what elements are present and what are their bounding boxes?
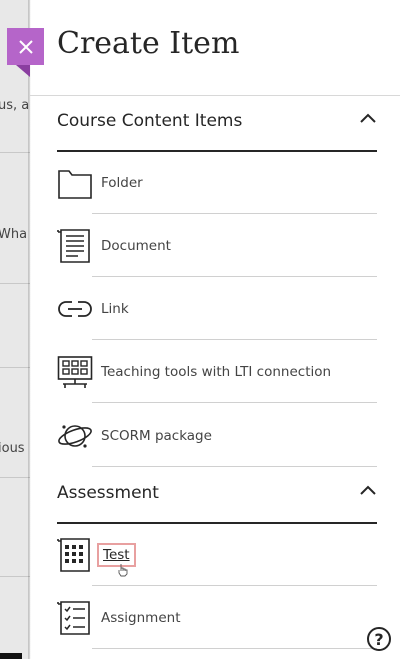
scorm-package-icon [58, 424, 92, 448]
item-link[interactable]: Link [57, 277, 377, 340]
item-label: SCORM package [101, 427, 212, 444]
item-label: Teaching tools with LTI connection [101, 363, 332, 380]
background-divider [0, 367, 30, 368]
item-scorm-package[interactable]: SCORM package [57, 404, 377, 467]
section-header-assessment[interactable]: Assessment [57, 468, 377, 524]
panel-title: Create Item [57, 26, 240, 61]
item-label: Assignment [101, 609, 181, 626]
item-label: Link [101, 300, 129, 317]
item-folder[interactable]: Folder [57, 151, 377, 214]
background-text: Wha [0, 227, 28, 242]
background-page: us, a Wha ious [0, 0, 30, 659]
assignment-icon [57, 600, 90, 635]
background-text: us, a [0, 98, 30, 113]
item-divider [92, 402, 377, 403]
section-title: Assessment [57, 483, 159, 503]
document-icon [57, 228, 90, 263]
help-button[interactable]: ? [367, 627, 391, 651]
background-text: ious [0, 441, 25, 456]
item-test[interactable]: Test [57, 523, 377, 586]
background-divider [0, 477, 30, 478]
panel-shadow [28, 0, 31, 659]
folder-icon [58, 169, 92, 199]
item-teaching-tools-lti[interactable]: Teaching tools with LTI connection [57, 340, 377, 403]
item-label: Document [101, 237, 171, 254]
lti-tools-icon [57, 355, 93, 388]
item-divider [92, 466, 377, 467]
test-icon [57, 537, 90, 572]
item-document[interactable]: Document [57, 214, 377, 277]
section-header-course-content[interactable]: Course Content Items [57, 96, 377, 152]
item-label: Folder [101, 174, 143, 191]
background-divider [0, 152, 30, 153]
background-dark-bar [0, 653, 22, 659]
section-title: Course Content Items [57, 111, 243, 131]
chevron-up-icon [360, 113, 376, 123]
background-divider [0, 576, 30, 577]
item-assignment[interactable]: Assignment [57, 586, 377, 649]
item-divider [92, 648, 377, 649]
close-panel-button[interactable] [7, 28, 44, 77]
chevron-up-icon [360, 485, 376, 495]
item-label: Test [97, 542, 136, 567]
background-divider [0, 283, 30, 284]
hand-cursor-icon [118, 564, 128, 577]
link-icon [58, 300, 92, 317]
close-icon [18, 39, 33, 54]
